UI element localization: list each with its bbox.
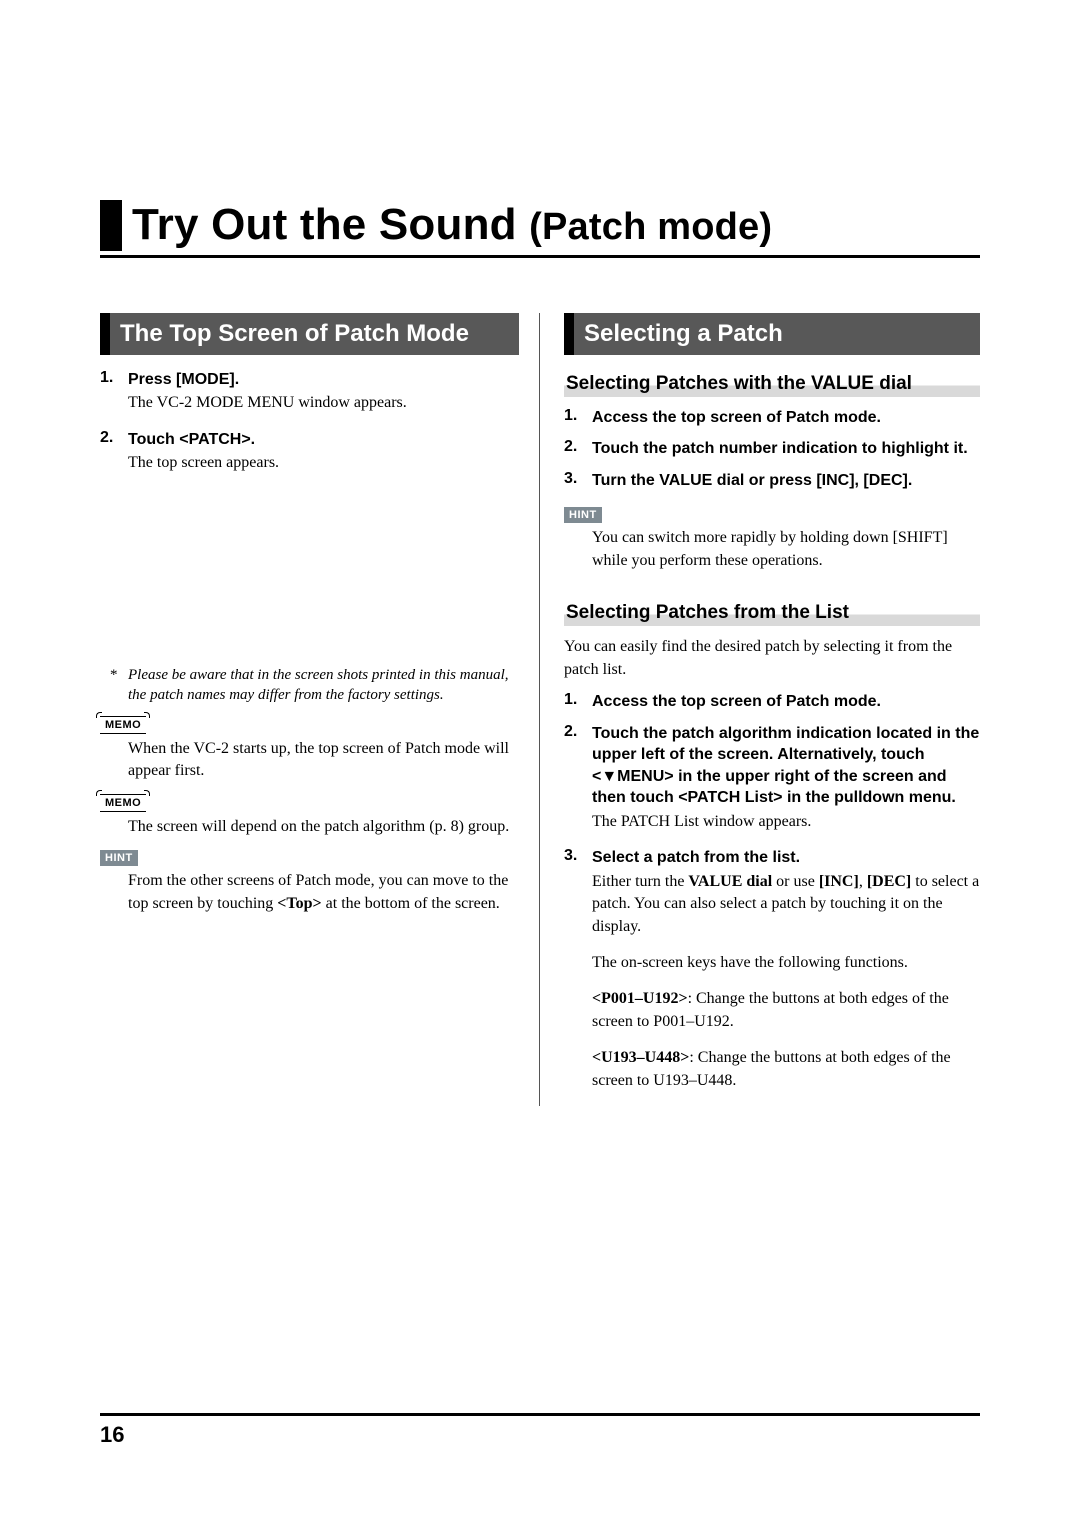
left-hint: HINT From the other screens of Patch mod…	[100, 848, 519, 915]
t: [INC]	[819, 873, 859, 890]
sub2-steps: Access the top screen of Patch mode. Tou…	[564, 691, 980, 1092]
left-memo-2-text: The screen will depend on the patch algo…	[128, 816, 519, 838]
sub2-step-3-p1: Either turn the VALUE dial or use [INC],…	[592, 871, 980, 938]
subsection-from-list: Selecting Patches from the List	[564, 600, 980, 626]
sub1-step-1: Access the top screen of Patch mode.	[564, 407, 980, 429]
sub1-steps: Access the top screen of Patch mode. Tou…	[564, 407, 980, 492]
section-selecting-patch: Selecting a Patch	[564, 313, 980, 355]
t: ,	[859, 873, 867, 890]
sub1-step-3-head: Turn the VALUE dial or press [INC], [DEC…	[592, 470, 980, 492]
left-step-2: Touch <PATCH>. The top screen appears.	[100, 429, 519, 475]
left-hint-text: From the other screens of Patch mode, yo…	[128, 870, 519, 915]
sub2-step-1: Access the top screen of Patch mode.	[564, 691, 980, 713]
sub2-step-3-p4: <U193–U448>: Change the buttons at both …	[592, 1047, 980, 1092]
sub2-step-2-body: The PATCH List window appears.	[592, 811, 980, 833]
page-title-paren: (Patch mode)	[529, 206, 772, 248]
page: Try Out the Sound (Patch mode) The Top S…	[0, 0, 1080, 1528]
section-top-screen: The Top Screen of Patch Mode	[100, 313, 519, 355]
t: VALUE dial	[688, 873, 772, 890]
content-columns: The Top Screen of Patch Mode Press [MODE…	[100, 313, 980, 1106]
left-step-2-head: Touch <PATCH>.	[128, 429, 519, 451]
page-title-block: Try Out the Sound (Patch mode)	[100, 200, 980, 258]
sub2-step-2: Touch the patch algorithm indication loc…	[564, 723, 980, 834]
page-number: 16	[100, 1413, 980, 1448]
sub2-step-1-head: Access the top screen of Patch mode.	[592, 691, 980, 713]
left-step-1-head: Press [MODE].	[128, 369, 519, 391]
page-title: Try Out the Sound (Patch mode)	[132, 200, 772, 251]
sub2-step-3-head: Select a patch from the list.	[592, 847, 980, 869]
sub2-intro: You can easily find the desired patch by…	[564, 636, 980, 681]
right-column: Selecting a Patch Selecting Patches with…	[540, 313, 980, 1106]
memo-icon: MEMO	[100, 716, 146, 734]
left-hint-post: at the bottom of the screen.	[322, 895, 500, 912]
left-column: The Top Screen of Patch Mode Press [MODE…	[100, 313, 540, 1106]
t: Either turn the	[592, 873, 688, 890]
t: <U193–U448>	[592, 1049, 689, 1066]
page-title-main: Try Out the Sound	[132, 200, 529, 249]
left-step-1-body: The VC-2 MODE MENU window appears.	[128, 392, 519, 414]
sub1-hint: HINT You can switch more rapidly by hold…	[564, 505, 980, 572]
left-memo-2: MEMO The screen will depend on the patch…	[100, 793, 519, 838]
left-memo-1: MEMO When the VC-2 starts up, the top sc…	[100, 715, 519, 783]
subsection-value-dial: Selecting Patches with the VALUE dial	[564, 371, 980, 397]
sub1-step-2: Touch the patch number indication to hig…	[564, 438, 980, 460]
title-accent-bar	[100, 200, 122, 251]
left-memo-1-text: When the VC-2 starts up, the top screen …	[128, 738, 519, 783]
left-step-2-body: The top screen appears.	[128, 452, 519, 474]
hint-icon: HINT	[100, 850, 138, 866]
left-hint-bold: <Top>	[277, 895, 321, 912]
sub1-step-3: Turn the VALUE dial or press [INC], [DEC…	[564, 470, 980, 492]
t: or use	[772, 873, 819, 890]
memo-icon: MEMO	[100, 794, 146, 812]
sub1-step-1-head: Access the top screen of Patch mode.	[592, 407, 980, 429]
hint-icon: HINT	[564, 507, 602, 523]
sub2-step-2-head: Touch the patch algorithm indication loc…	[592, 723, 980, 809]
sub2-step-3-p2: The on-screen keys have the following fu…	[592, 952, 980, 974]
sub2-step-3: Select a patch from the list. Either tur…	[564, 847, 980, 1092]
left-step-1: Press [MODE]. The VC-2 MODE MENU window …	[100, 369, 519, 415]
left-footnote: Please be aware that in the screen shots…	[100, 665, 519, 706]
sub2-step-3-p3: <P001–U192>: Change the buttons at both …	[592, 988, 980, 1033]
sub1-step-2-head: Touch the patch number indication to hig…	[592, 438, 980, 460]
t: [DEC]	[867, 873, 911, 890]
t: <P001–U192>	[592, 990, 688, 1007]
sub1-hint-text: You can switch more rapidly by holding d…	[592, 527, 980, 572]
left-steps: Press [MODE]. The VC-2 MODE MENU window …	[100, 369, 519, 475]
